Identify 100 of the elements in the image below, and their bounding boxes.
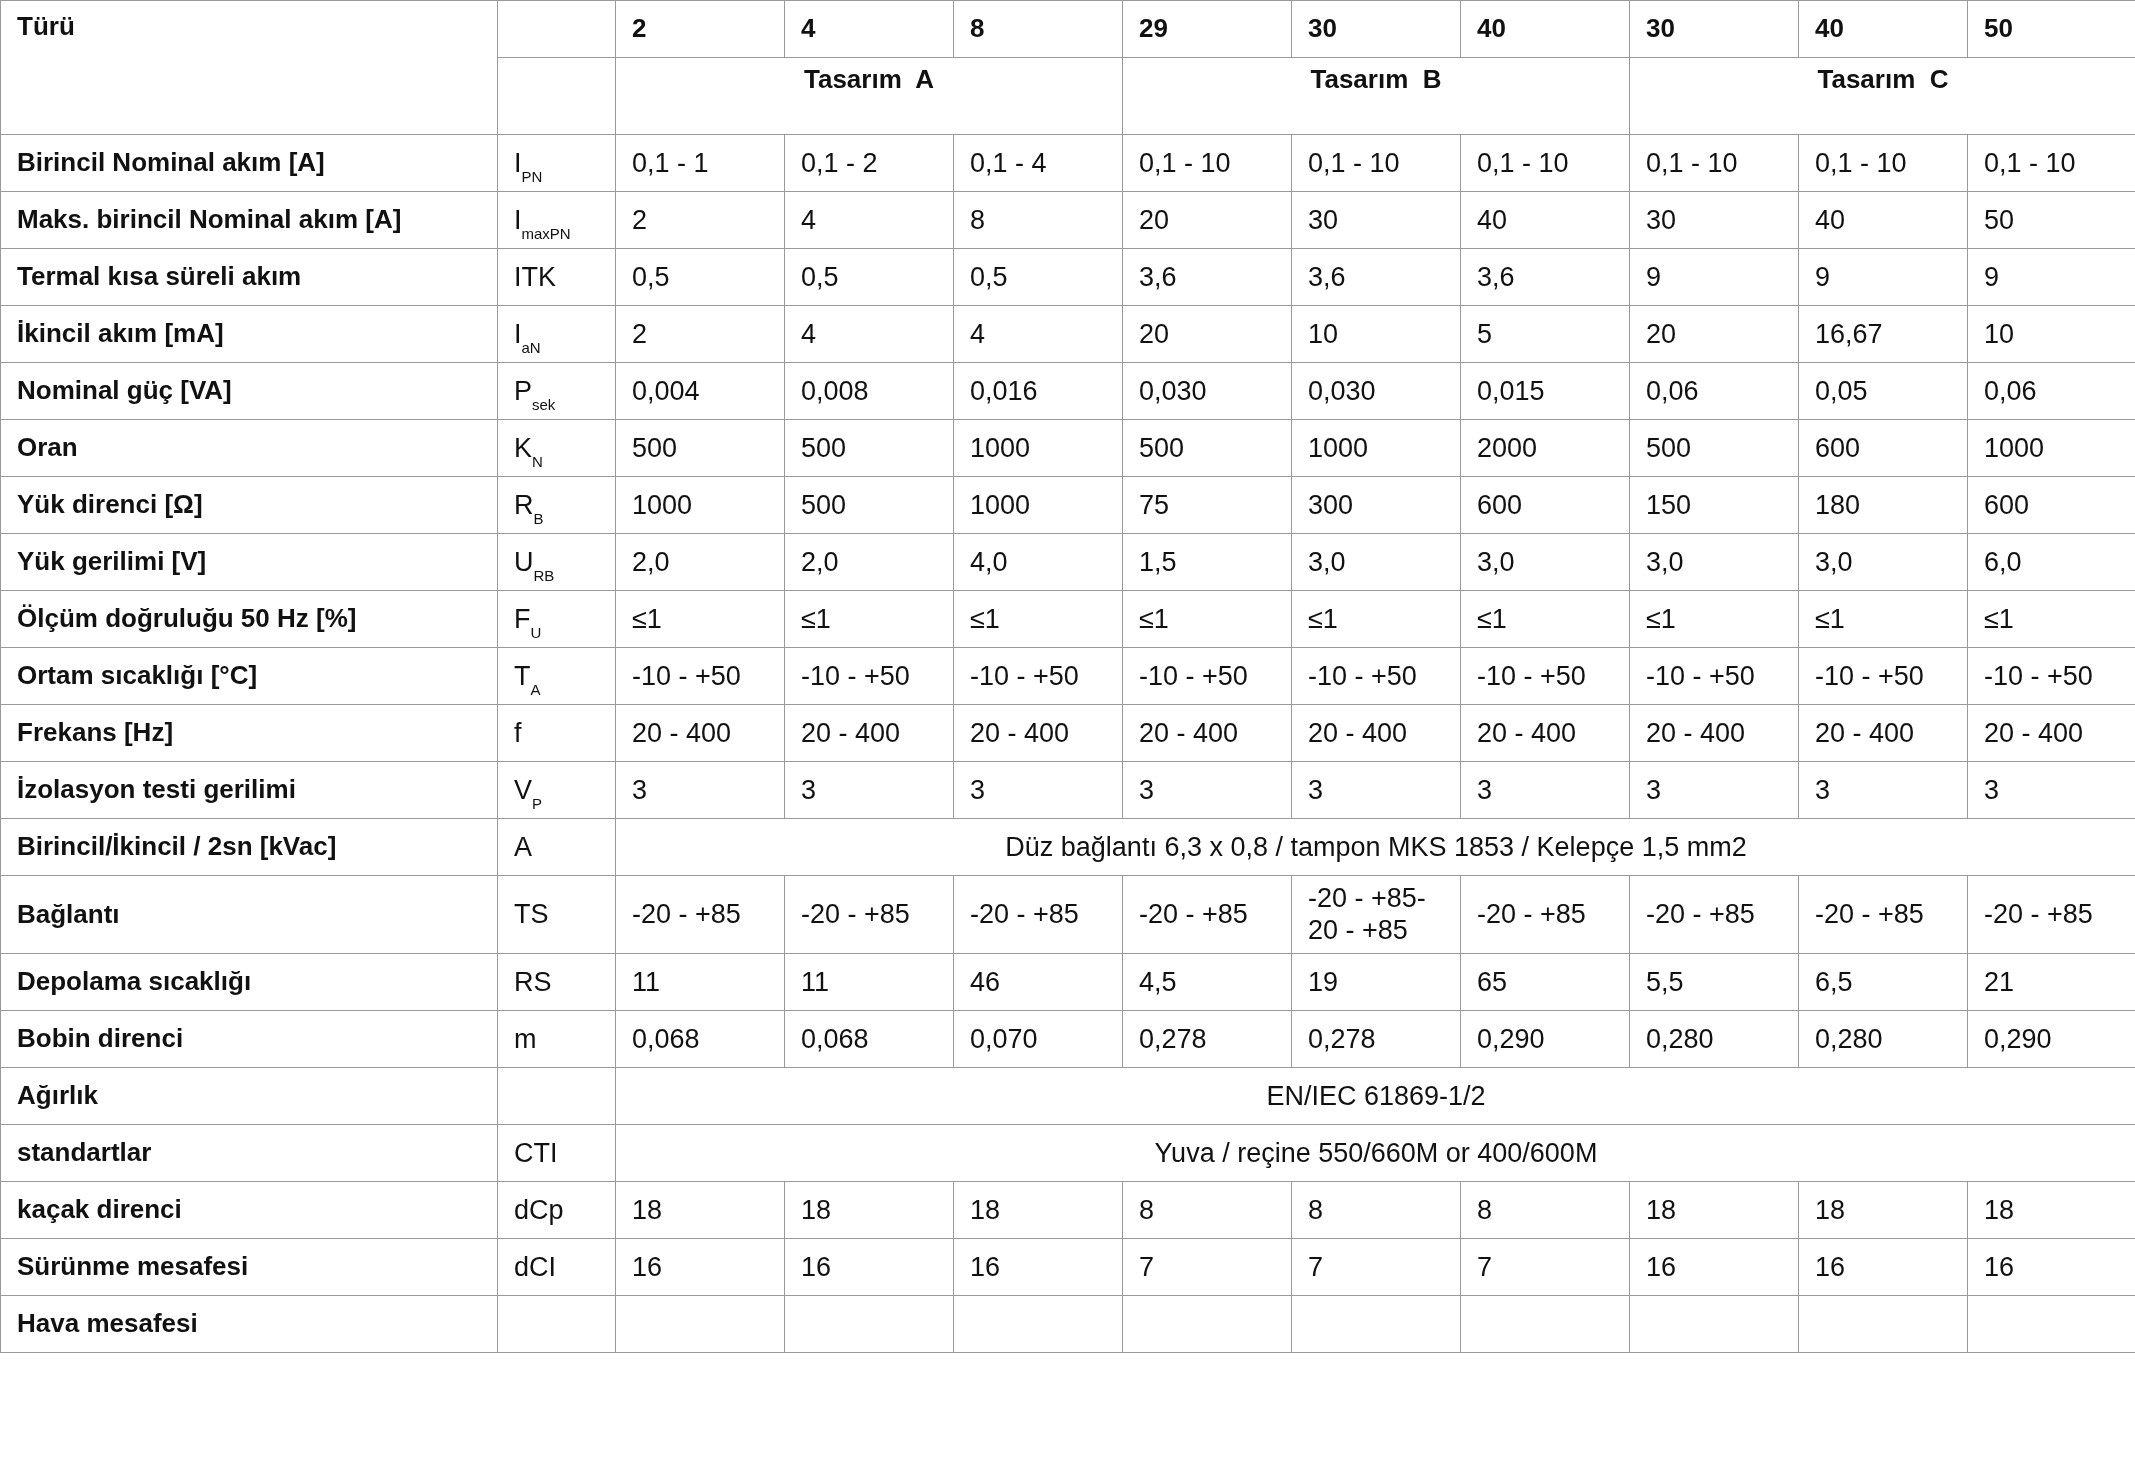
table-cell: 180 (1798, 476, 1968, 534)
table-cell: 3,0 (1460, 533, 1630, 591)
row-label: Bobin direnci (0, 1010, 498, 1068)
table-cell: 16 (784, 1238, 954, 1296)
symbol-cell: CTI (497, 1124, 616, 1182)
header-cell: 40 (1460, 0, 1630, 58)
table-cell: 8 (1122, 1181, 1292, 1239)
table-cell: 4 (784, 305, 954, 363)
table-cell: 30 (1629, 191, 1799, 249)
table-cell: 3 (953, 761, 1123, 819)
symbol-cell: RS (497, 953, 616, 1011)
table-cell: 2,0 (784, 533, 954, 591)
table-cell: ≤1 (1291, 590, 1461, 648)
table-cell: 6,5 (1798, 953, 1968, 1011)
table-cell: 1000 (953, 476, 1123, 534)
table-cell: -20 - +85 (1798, 875, 1968, 954)
table-cell: 20 - 400 (1122, 704, 1292, 762)
table-cell: -10 - +50 (1291, 647, 1461, 705)
row-label: Birincil/İkincil / 2sn [kVac] (0, 818, 498, 876)
table-cell: 0,1 - 10 (1291, 134, 1461, 192)
symbol-cell: dCI (497, 1238, 616, 1296)
table-cell: 0,280 (1798, 1010, 1968, 1068)
header-cell: 30 (1629, 0, 1799, 58)
table-cell: 0,008 (784, 362, 954, 420)
row-label: Birincil Nominal akım [A] (0, 134, 498, 192)
table-cell: 20 - 400 (784, 704, 954, 762)
table-cell: 4 (784, 191, 954, 249)
table-cell: ≤1 (784, 590, 954, 648)
row-label: Ortam sıcaklığı [°C] (0, 647, 498, 705)
symbol-cell: F$_{U}$ (497, 590, 616, 648)
table-cell: 0,068 (615, 1010, 785, 1068)
table-cell: -20 - +85 (1460, 875, 1630, 954)
table-cell: ≤1 (1122, 590, 1292, 648)
table-cell: 0,030 (1291, 362, 1461, 420)
table-cell: 500 (615, 419, 785, 477)
table-cell: 3 (1460, 761, 1630, 819)
table-cell: 0,015 (1460, 362, 1630, 420)
table-cell: 40 (1798, 191, 1968, 249)
table-cell: 0,1 - 4 (953, 134, 1123, 192)
table-cell: 18 (1629, 1181, 1799, 1239)
table-cell: -10 - +50 (615, 647, 785, 705)
table-cell: 8 (1291, 1181, 1461, 1239)
table-cell: 18 (784, 1181, 954, 1239)
symbol-cell: m (497, 1010, 616, 1068)
row-label: Termal kısa süreli akım (0, 248, 498, 306)
row-label: Ağırlık (0, 1067, 498, 1125)
table-cell: 2 (615, 191, 785, 249)
table-cell: -20 - +85-20 - +85 (1291, 875, 1461, 954)
table-cell: 3,0 (1629, 533, 1799, 591)
table-cell: 0,280 (1629, 1010, 1799, 1068)
header-cell: 4 (784, 0, 954, 58)
symbol-cell: U$_{RB}$ (497, 533, 616, 591)
table-cell: 3,6 (1291, 248, 1461, 306)
table-cell: 0,1 - 10 (1798, 134, 1968, 192)
row-label: Yük direnci [Ω] (0, 476, 498, 534)
table-cell: 300 (1291, 476, 1461, 534)
header-cell: 50 (1967, 0, 2135, 58)
table-cell: -10 - +50 (784, 647, 954, 705)
table-cell: 0,278 (1291, 1010, 1461, 1068)
table-cell: 3 (1291, 761, 1461, 819)
table-cell: -20 - +85 (615, 875, 785, 954)
table-cell: 150 (1629, 476, 1799, 534)
table-cell: -10 - +50 (953, 647, 1123, 705)
row-label: Nominal güç [VA] (0, 362, 498, 420)
table-cell: 11 (615, 953, 785, 1011)
symbol-cell: V$_{P}$ (497, 761, 616, 819)
symbol-cell: TS (497, 875, 616, 954)
table-cell: 18 (1798, 1181, 1968, 1239)
table-cell: 0,5 (615, 248, 785, 306)
table-cell: 8 (1460, 1181, 1630, 1239)
symbol-cell: ITK (497, 248, 616, 306)
table-cell: 0,004 (615, 362, 785, 420)
table-cell: 20 - 400 (1629, 704, 1799, 762)
table-cell: 20 - 400 (1460, 704, 1630, 762)
table-cell: 20 - 400 (1291, 704, 1461, 762)
table-cell: 0,5 (784, 248, 954, 306)
table-cell: 30 (1291, 191, 1461, 249)
table-cell: 9 (1798, 248, 1968, 306)
table-cell: 16 (1629, 1238, 1799, 1296)
table-cell: 16,67 (1798, 305, 1968, 363)
row-label: Frekans [Hz] (0, 704, 498, 762)
table-cell: 20 - 400 (953, 704, 1123, 762)
table-cell: 20 - 400 (1798, 704, 1968, 762)
table-cell: 1,5 (1122, 533, 1292, 591)
table-cell: ≤1 (615, 590, 785, 648)
table-cell: -10 - +50 (1122, 647, 1292, 705)
symbol-cell: dCp (497, 1181, 616, 1239)
table-cell: 20 (1629, 305, 1799, 363)
table-cell: 40 (1460, 191, 1630, 249)
table-cell: 2,0 (615, 533, 785, 591)
row-label: Ölçüm doğruluğu 50 Hz [%] (0, 590, 498, 648)
header-cell: 8 (953, 0, 1123, 58)
table-cell: 0,5 (953, 248, 1123, 306)
table-cell: 20 (1122, 191, 1292, 249)
symbol-cell: I$_{PN}$ (497, 134, 616, 192)
table-cell: 1000 (615, 476, 785, 534)
table-cell: 2000 (1460, 419, 1630, 477)
table-cell: 3 (1629, 761, 1799, 819)
table-cell: -10 - +50 (1798, 647, 1968, 705)
table-cell: ≤1 (1629, 590, 1799, 648)
